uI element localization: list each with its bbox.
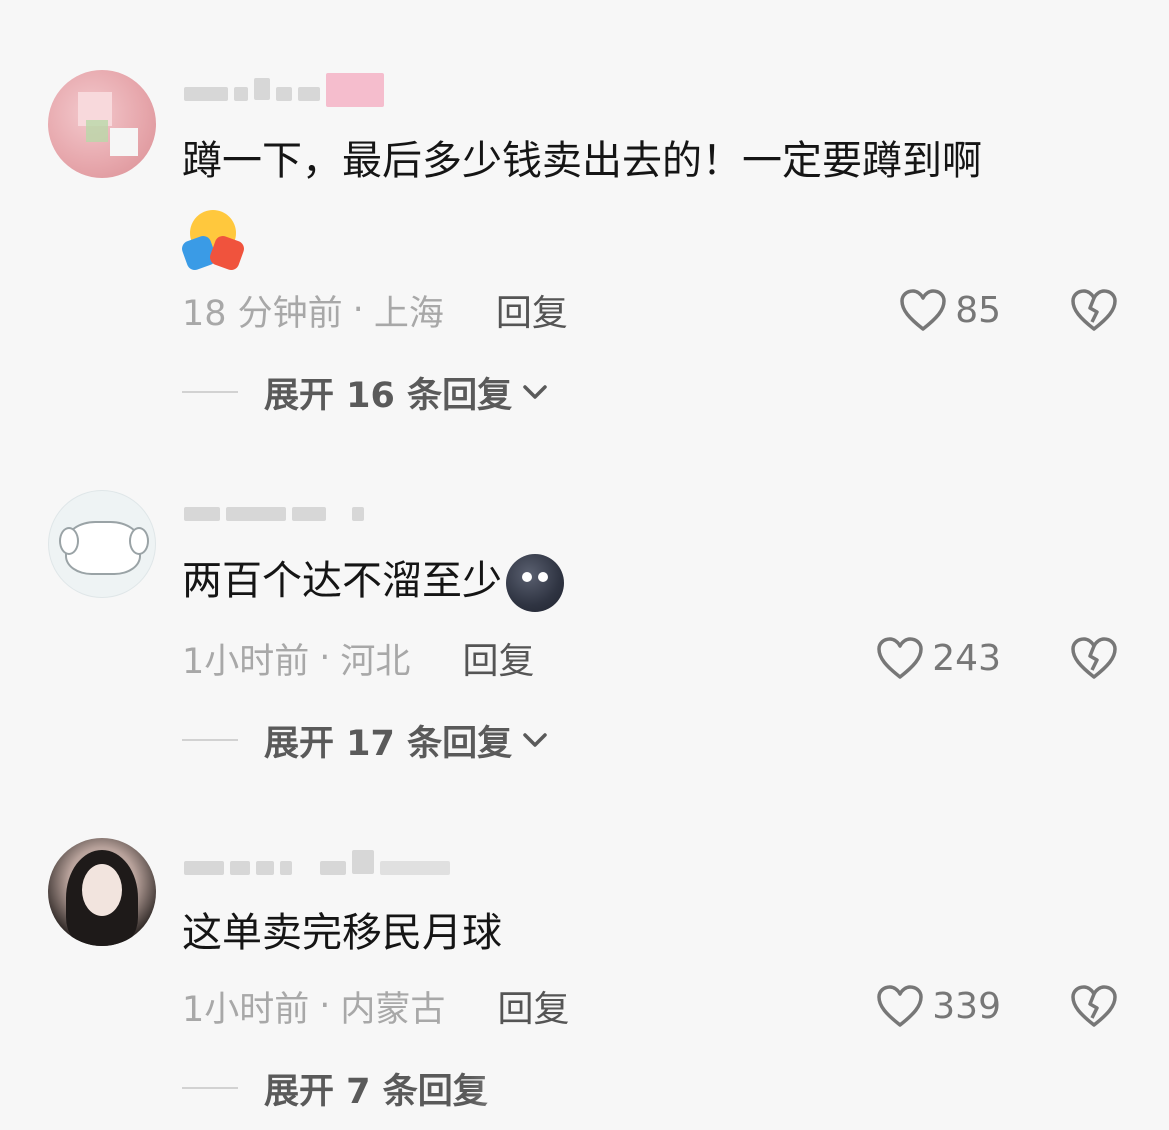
avatar[interactable]	[48, 838, 156, 946]
username-blurred[interactable]	[184, 498, 364, 530]
like-count: 339	[932, 985, 1001, 1027]
comment-location: 内蒙古	[340, 989, 446, 1030]
hugging-face-emoji	[179, 210, 247, 273]
divider-line	[182, 1087, 238, 1089]
username-blurred[interactable]	[184, 73, 384, 110]
comment-meta: 1小时前 · 内蒙古 回复	[182, 986, 569, 1030]
dislike-button[interactable]	[1069, 982, 1119, 1030]
heart-outline-icon	[877, 985, 924, 1027]
reply-button[interactable]: 回复	[496, 284, 568, 336]
avatar[interactable]	[48, 490, 156, 598]
comment-time: 1小时前	[182, 641, 310, 682]
meta-separator: ·	[319, 986, 331, 1026]
comment-text: 两百个达不溜至少	[182, 552, 564, 612]
comment-text-value: 两百个达不溜至少	[182, 558, 502, 604]
dislike-button[interactable]	[1069, 634, 1119, 682]
like-button[interactable]: 85	[899, 286, 1001, 334]
expand-replies-button[interactable]: 展开 17 条回复	[182, 718, 548, 764]
comment-time: 18 分钟前	[182, 293, 343, 334]
broken-heart-icon	[1071, 985, 1117, 1027]
heart-outline-icon	[900, 289, 946, 331]
comment-location: 上海	[373, 293, 444, 334]
like-count: 243	[932, 637, 1001, 679]
comment-meta: 18 分钟前 · 上海 回复	[182, 290, 568, 334]
username-blurred[interactable]	[184, 850, 450, 884]
comment-time: 1小时前	[182, 989, 310, 1030]
comment-text: 蹲一下，最后多少钱卖出去的！一定要蹲到啊	[182, 138, 982, 184]
comment-list: 蹲一下，最后多少钱卖出去的！一定要蹲到啊 18 分钟前 · 上海 回复 85 展…	[0, 0, 1169, 1130]
dislike-button[interactable]	[1069, 286, 1119, 334]
reply-button[interactable]: 回复	[462, 632, 534, 684]
like-button[interactable]: 339	[876, 982, 1001, 1030]
heart-outline-icon	[877, 637, 924, 679]
chevron-down-icon	[523, 385, 547, 399]
expand-label: 展开 17 条回复	[264, 723, 513, 764]
meta-separator: ·	[352, 290, 364, 330]
broken-heart-icon	[1071, 289, 1117, 331]
expand-label: 展开 16 条回复	[264, 375, 513, 416]
chevron-down-icon	[523, 733, 547, 747]
expand-label: 展开 7 条回复	[264, 1071, 488, 1112]
watermark-fade	[470, 1076, 730, 1130]
like-count: 85	[955, 289, 1001, 331]
comment-text: 这单卖完移民月球	[182, 910, 502, 956]
divider-line	[182, 391, 238, 393]
meta-separator: ·	[319, 638, 331, 678]
comment-location: 河北	[340, 641, 411, 682]
expand-replies-button[interactable]: 展开 7 条回复	[182, 1066, 488, 1112]
like-button[interactable]: 243	[876, 634, 1001, 682]
comment-meta: 1小时前 · 河北 回复	[182, 638, 534, 682]
divider-line	[182, 739, 238, 741]
expand-replies-button[interactable]: 展开 16 条回复	[182, 370, 548, 416]
broken-heart-icon	[1071, 637, 1117, 679]
reply-button[interactable]: 回复	[497, 980, 569, 1032]
avatar[interactable]	[48, 70, 156, 178]
new-moon-face-emoji	[506, 554, 564, 612]
